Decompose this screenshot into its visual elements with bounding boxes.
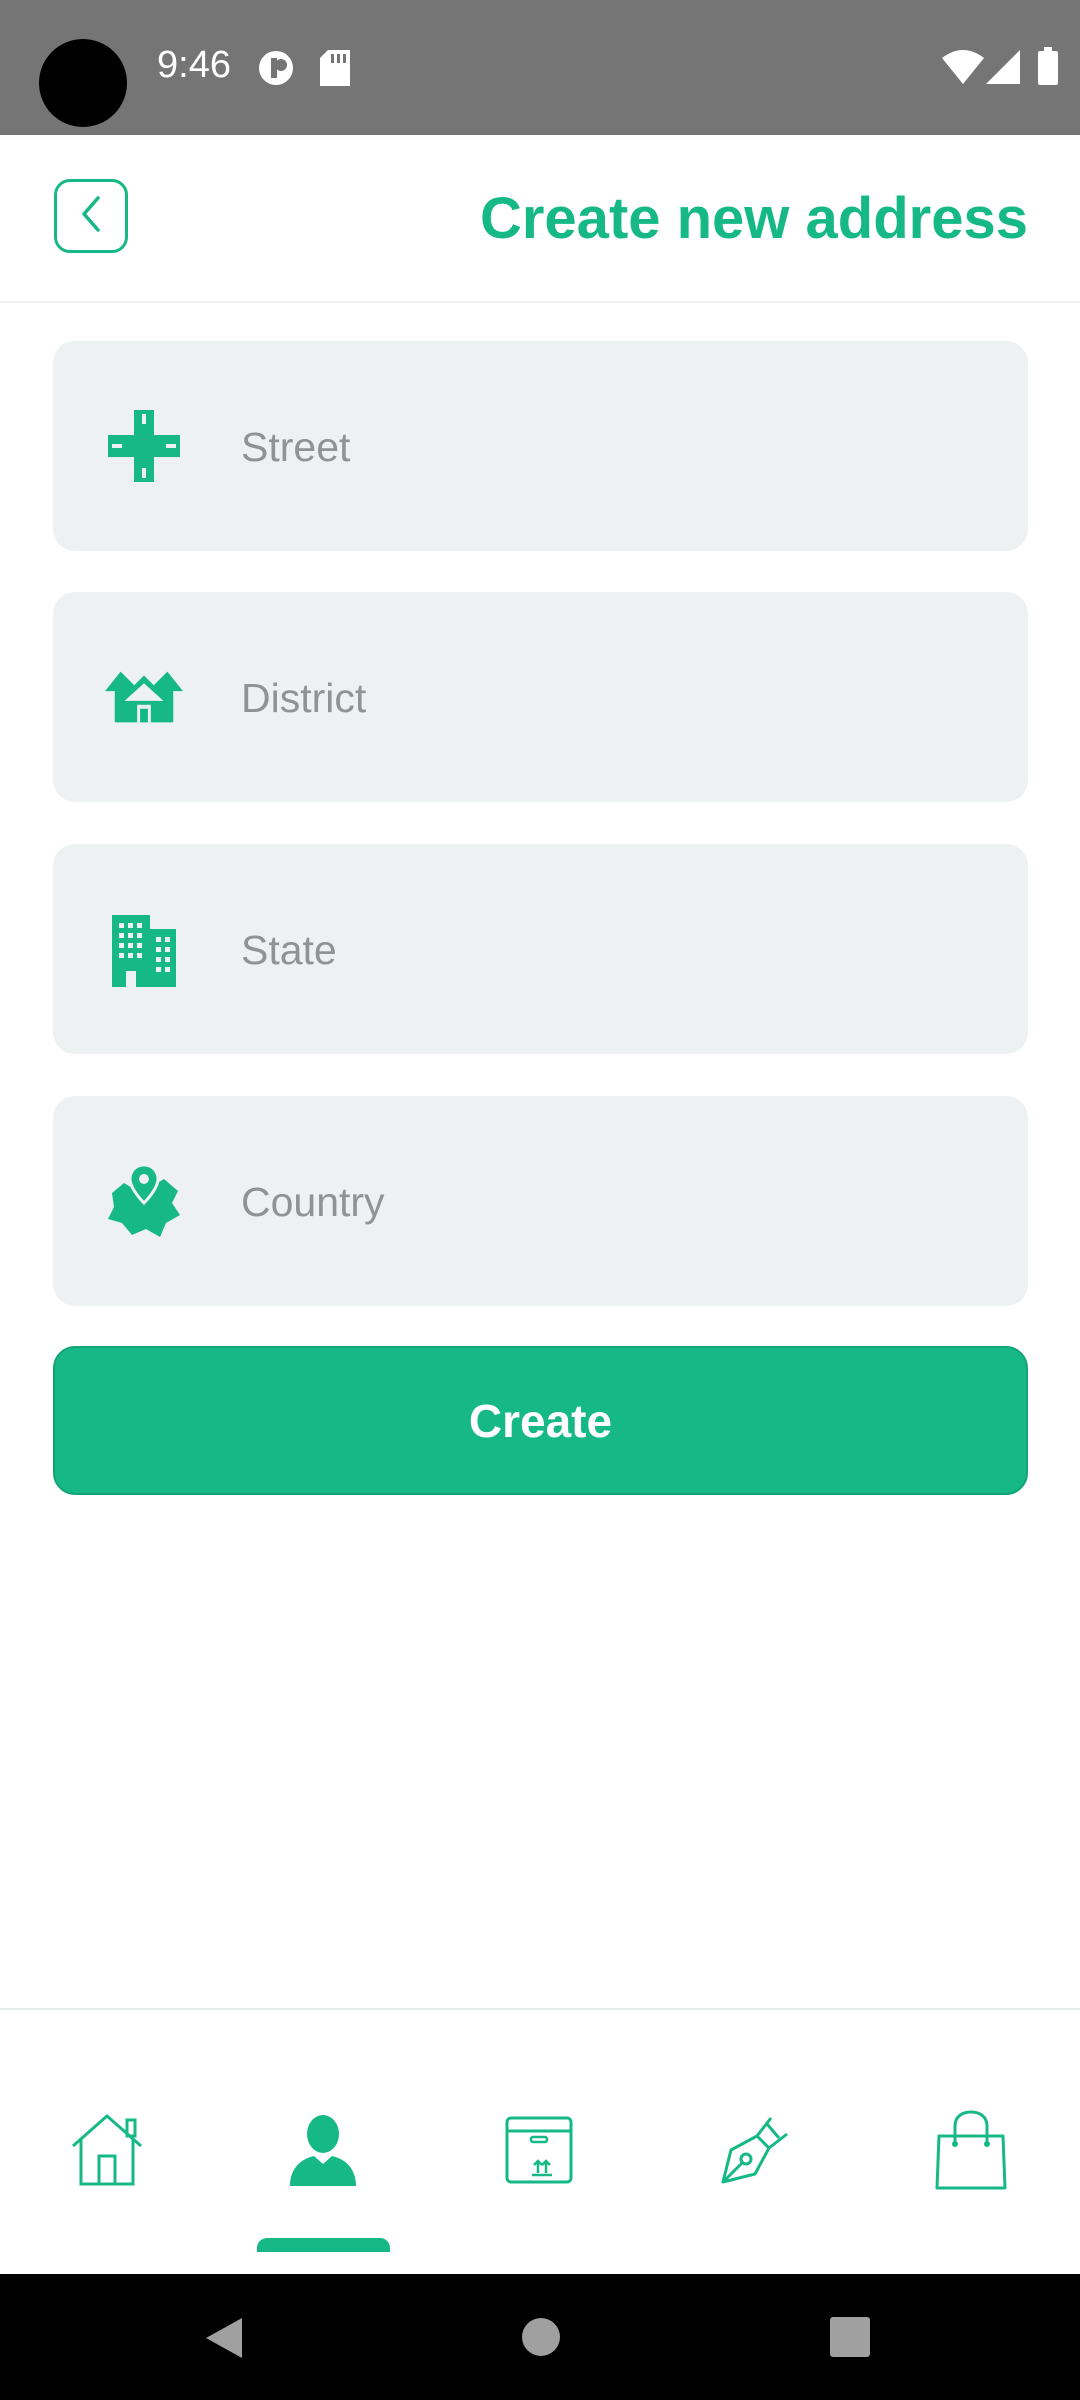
nav-item-orders[interactable]: [484, 2102, 594, 2202]
active-tab-indicator: [257, 2238, 390, 2252]
recents-square-icon[interactable]: [830, 2317, 870, 2362]
home-icon: [67, 2112, 147, 2193]
nav-item-pen[interactable]: [700, 2102, 810, 2202]
nav-item-home[interactable]: [52, 2102, 162, 2202]
country-field[interactable]: [53, 1096, 1028, 1306]
state-field[interactable]: [53, 844, 1028, 1054]
country-input[interactable]: [239, 1156, 983, 1248]
system-nav-bar: [0, 2274, 1080, 2400]
app-header: Create new address: [0, 135, 1080, 303]
nav-item-profile[interactable]: [268, 2102, 378, 2202]
shopping-bag-icon: [935, 2109, 1007, 2195]
page-title: Create new address: [479, 186, 1028, 251]
district-field[interactable]: [53, 592, 1028, 802]
user-icon: [288, 2114, 358, 2191]
status-time: 9:46: [157, 44, 231, 86]
chevron-left-icon: [76, 194, 106, 239]
wifi-icon: [942, 50, 984, 89]
home-circle-icon[interactable]: [521, 2317, 561, 2362]
box-icon: [504, 2115, 574, 2190]
state-input[interactable]: [239, 904, 983, 996]
signal-icon: [986, 50, 1020, 89]
buildings-icon: [105, 911, 183, 987]
crossroad-icon: [105, 408, 183, 484]
country-map-pin-icon: [105, 1163, 183, 1239]
battery-icon: [1038, 47, 1058, 90]
cast-icon: [257, 49, 295, 92]
create-button[interactable]: Create: [53, 1346, 1028, 1495]
back-triangle-icon[interactable]: [204, 2316, 244, 2365]
pen-nib-icon: [717, 2112, 793, 2193]
district-input[interactable]: [239, 652, 983, 744]
bottom-nav: [0, 2008, 1080, 2276]
street-field[interactable]: [53, 341, 1028, 551]
status-bar: 9:46: [0, 0, 1080, 135]
houses-icon: [105, 659, 183, 735]
sd-card-icon: [320, 50, 350, 91]
nav-item-bag[interactable]: [916, 2102, 1026, 2202]
street-input[interactable]: [239, 401, 983, 493]
back-button[interactable]: [54, 179, 128, 253]
camera-hole: [39, 39, 127, 127]
